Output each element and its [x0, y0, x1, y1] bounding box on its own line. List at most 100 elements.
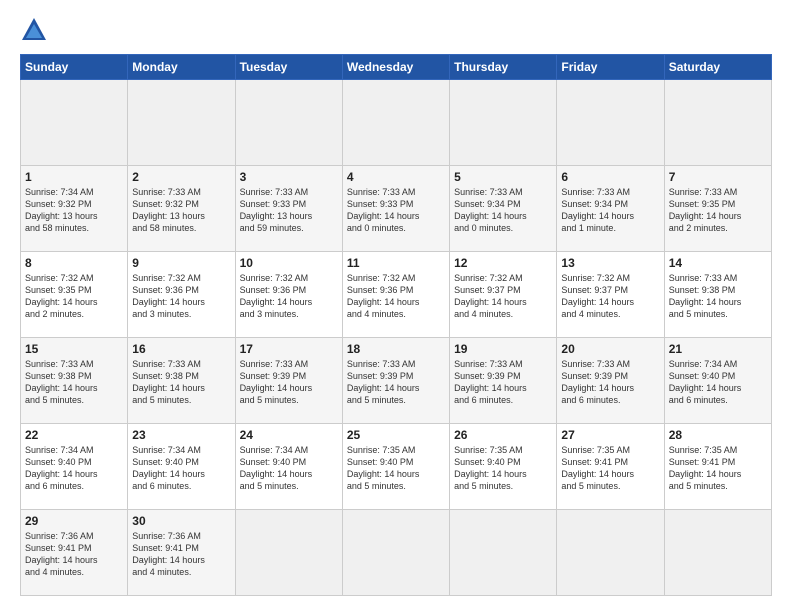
cell-text: Sunrise: 7:33 AM Sunset: 9:38 PM Dayligh…: [669, 272, 767, 321]
calendar-cell: [342, 510, 449, 596]
cell-text: Sunrise: 7:33 AM Sunset: 9:34 PM Dayligh…: [454, 186, 552, 235]
calendar-week-0: [21, 80, 772, 166]
calendar-table: SundayMondayTuesdayWednesdayThursdayFrid…: [20, 54, 772, 596]
cell-text: Sunrise: 7:33 AM Sunset: 9:34 PM Dayligh…: [561, 186, 659, 235]
day-number: 11: [347, 256, 445, 270]
weekday-header-saturday: Saturday: [664, 55, 771, 80]
page: SundayMondayTuesdayWednesdayThursdayFrid…: [0, 0, 792, 612]
header: [20, 16, 772, 44]
calendar-week-4: 22 Sunrise: 7:34 AM Sunset: 9:40 PM Dayli…: [21, 424, 772, 510]
cell-text: Sunrise: 7:35 AM Sunset: 9:41 PM Dayligh…: [669, 444, 767, 493]
cell-text: Sunrise: 7:32 AM Sunset: 9:36 PM Dayligh…: [347, 272, 445, 321]
cell-text: Sunrise: 7:33 AM Sunset: 9:39 PM Dayligh…: [454, 358, 552, 407]
day-number: 4: [347, 170, 445, 184]
calendar-cell: 5 Sunrise: 7:33 AM Sunset: 9:34 PM Daylig…: [450, 166, 557, 252]
day-number: 12: [454, 256, 552, 270]
day-number: 5: [454, 170, 552, 184]
day-number: 28: [669, 428, 767, 442]
calendar-cell: 21 Sunrise: 7:34 AM Sunset: 9:40 PM Dayli…: [664, 338, 771, 424]
day-number: 19: [454, 342, 552, 356]
day-number: 20: [561, 342, 659, 356]
day-number: 24: [240, 428, 338, 442]
cell-text: Sunrise: 7:32 AM Sunset: 9:36 PM Dayligh…: [132, 272, 230, 321]
cell-text: Sunrise: 7:34 AM Sunset: 9:40 PM Dayligh…: [669, 358, 767, 407]
weekday-header-thursday: Thursday: [450, 55, 557, 80]
day-number: 23: [132, 428, 230, 442]
day-number: 16: [132, 342, 230, 356]
cell-text: Sunrise: 7:33 AM Sunset: 9:32 PM Dayligh…: [132, 186, 230, 235]
day-number: 6: [561, 170, 659, 184]
cell-text: Sunrise: 7:36 AM Sunset: 9:41 PM Dayligh…: [25, 530, 123, 579]
cell-text: Sunrise: 7:34 AM Sunset: 9:40 PM Dayligh…: [240, 444, 338, 493]
calendar-cell: 18 Sunrise: 7:33 AM Sunset: 9:39 PM Dayli…: [342, 338, 449, 424]
cell-text: Sunrise: 7:32 AM Sunset: 9:37 PM Dayligh…: [561, 272, 659, 321]
calendar-cell: [128, 80, 235, 166]
calendar-body: 1Sunrise: 7:34 AM Sunset: 9:32 PM Daylig…: [21, 80, 772, 596]
calendar-cell: 14 Sunrise: 7:33 AM Sunset: 9:38 PM Dayli…: [664, 252, 771, 338]
day-number: 8: [25, 256, 123, 270]
calendar-week-3: 15 Sunrise: 7:33 AM Sunset: 9:38 PM Dayli…: [21, 338, 772, 424]
calendar-cell: [557, 510, 664, 596]
cell-text: Sunrise: 7:35 AM Sunset: 9:40 PM Dayligh…: [454, 444, 552, 493]
day-number: 30: [132, 514, 230, 528]
day-number: 1: [25, 170, 123, 184]
day-number: 29: [25, 514, 123, 528]
logo: [20, 16, 52, 44]
day-number: 22: [25, 428, 123, 442]
calendar-cell: 6 Sunrise: 7:33 AM Sunset: 9:34 PM Daylig…: [557, 166, 664, 252]
cell-text: Sunrise: 7:32 AM Sunset: 9:35 PM Dayligh…: [25, 272, 123, 321]
cell-text: Sunrise: 7:35 AM Sunset: 9:40 PM Dayligh…: [347, 444, 445, 493]
weekday-header-friday: Friday: [557, 55, 664, 80]
day-number: 3: [240, 170, 338, 184]
calendar-cell: [235, 510, 342, 596]
calendar-cell: [21, 80, 128, 166]
calendar-cell: 15 Sunrise: 7:33 AM Sunset: 9:38 PM Dayli…: [21, 338, 128, 424]
cell-text: Sunrise: 7:32 AM Sunset: 9:37 PM Dayligh…: [454, 272, 552, 321]
day-number: 25: [347, 428, 445, 442]
calendar-cell: 17 Sunrise: 7:33 AM Sunset: 9:39 PM Dayli…: [235, 338, 342, 424]
cell-text: Sunrise: 7:33 AM Sunset: 9:39 PM Dayligh…: [240, 358, 338, 407]
day-number: 26: [454, 428, 552, 442]
calendar-cell: 9Sunrise: 7:32 AM Sunset: 9:36 PM Daylig…: [128, 252, 235, 338]
calendar-cell: 4Sunrise: 7:33 AM Sunset: 9:33 PM Daylig…: [342, 166, 449, 252]
weekday-header-tuesday: Tuesday: [235, 55, 342, 80]
cell-text: Sunrise: 7:33 AM Sunset: 9:35 PM Dayligh…: [669, 186, 767, 235]
calendar-cell: 11 Sunrise: 7:32 AM Sunset: 9:36 PM Dayli…: [342, 252, 449, 338]
calendar-week-5: 29 Sunrise: 7:36 AM Sunset: 9:41 PM Dayli…: [21, 510, 772, 596]
day-number: 14: [669, 256, 767, 270]
day-number: 17: [240, 342, 338, 356]
calendar-cell: [450, 510, 557, 596]
calendar-cell: 28 Sunrise: 7:35 AM Sunset: 9:41 PM Dayli…: [664, 424, 771, 510]
day-number: 18: [347, 342, 445, 356]
weekday-header-monday: Monday: [128, 55, 235, 80]
logo-icon: [20, 16, 48, 44]
cell-text: Sunrise: 7:35 AM Sunset: 9:41 PM Dayligh…: [561, 444, 659, 493]
calendar-cell: [342, 80, 449, 166]
calendar-cell: 27 Sunrise: 7:35 AM Sunset: 9:41 PM Dayli…: [557, 424, 664, 510]
day-number: 27: [561, 428, 659, 442]
calendar-cell: 8 Sunrise: 7:32 AM Sunset: 9:35 PM Daylig…: [21, 252, 128, 338]
calendar-cell: 16 Sunrise: 7:33 AM Sunset: 9:38 PM Dayli…: [128, 338, 235, 424]
cell-text: Sunrise: 7:34 AM Sunset: 9:40 PM Dayligh…: [132, 444, 230, 493]
calendar-cell: 25 Sunrise: 7:35 AM Sunset: 9:40 PM Dayli…: [342, 424, 449, 510]
day-number: 13: [561, 256, 659, 270]
cell-text: Sunrise: 7:33 AM Sunset: 9:38 PM Dayligh…: [25, 358, 123, 407]
calendar-cell: 12 Sunrise: 7:32 AM Sunset: 9:37 PM Dayli…: [450, 252, 557, 338]
cell-text: Sunrise: 7:33 AM Sunset: 9:38 PM Dayligh…: [132, 358, 230, 407]
day-number: 7: [669, 170, 767, 184]
calendar-cell: 13 Sunrise: 7:32 AM Sunset: 9:37 PM Dayli…: [557, 252, 664, 338]
calendar-cell: [450, 80, 557, 166]
calendar-cell: 20Sunrise: 7:33 AM Sunset: 9:39 PM Dayli…: [557, 338, 664, 424]
calendar-cell: [235, 80, 342, 166]
calendar-cell: 23 Sunrise: 7:34 AM Sunset: 9:40 PM Dayli…: [128, 424, 235, 510]
calendar-cell: 2Sunrise: 7:33 AM Sunset: 9:32 PM Daylig…: [128, 166, 235, 252]
cell-text: Sunrise: 7:34 AM Sunset: 9:40 PM Dayligh…: [25, 444, 123, 493]
weekday-header-row: SundayMondayTuesdayWednesdayThursdayFrid…: [21, 55, 772, 80]
calendar-cell: 1Sunrise: 7:34 AM Sunset: 9:32 PM Daylig…: [21, 166, 128, 252]
day-number: 15: [25, 342, 123, 356]
calendar-cell: 7 Sunrise: 7:33 AM Sunset: 9:35 PM Daylig…: [664, 166, 771, 252]
cell-text: Sunrise: 7:36 AM Sunset: 9:41 PM Dayligh…: [132, 530, 230, 579]
cell-text: Sunrise: 7:33 AM Sunset: 9:39 PM Dayligh…: [347, 358, 445, 407]
day-number: 21: [669, 342, 767, 356]
weekday-header-wednesday: Wednesday: [342, 55, 449, 80]
